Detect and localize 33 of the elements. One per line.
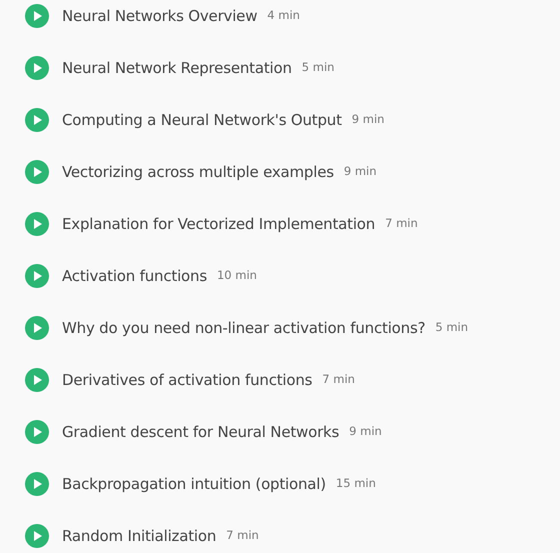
lecture-link[interactable]: Gradient descent for Neural Networks	[62, 420, 340, 444]
lecture-link[interactable]: Explanation for Vectorized Implementation	[62, 212, 376, 236]
play-icon[interactable]	[25, 160, 49, 184]
lecture-link[interactable]: Computing a Neural Network's Output	[62, 108, 342, 132]
lecture-link[interactable]: Backpropagation intuition (optional)	[62, 472, 326, 496]
lecture-link[interactable]: Derivatives of activation functions	[62, 368, 312, 392]
duration-label: 10 min	[216, 267, 257, 284]
play-icon[interactable]	[25, 420, 49, 444]
lecture-link[interactable]: Activation functions	[62, 264, 207, 288]
play-icon[interactable]	[25, 472, 49, 496]
play-icon[interactable]	[25, 212, 49, 236]
play-icon[interactable]	[25, 56, 49, 80]
duration-label: 4 min	[267, 7, 300, 24]
play-icon[interactable]	[25, 264, 49, 288]
lecture-link[interactable]: Random Initialization	[62, 524, 216, 548]
duration-label: 15 min	[336, 475, 376, 492]
play-icon[interactable]	[25, 316, 49, 340]
play-icon[interactable]	[25, 108, 49, 132]
duration-label: 7 min	[322, 371, 355, 388]
duration-label: 5 min	[302, 59, 334, 76]
lecture-link[interactable]: Neural Network Representation	[62, 56, 292, 80]
duration-label: 7 min	[385, 215, 418, 232]
lecture-link[interactable]: Why do you need non-linear activation functions?	[62, 316, 426, 340]
duration-label: 9 min	[352, 111, 384, 128]
play-icon[interactable]	[25, 4, 49, 28]
lecture-link[interactable]: Neural Networks Overview	[62, 4, 258, 28]
duration-label: 7 min	[226, 527, 259, 544]
duration-label: 5 min	[435, 319, 468, 336]
duration-label: 9 min	[349, 423, 382, 440]
play-icon[interactable]	[25, 524, 49, 548]
play-icon[interactable]	[25, 368, 49, 392]
duration-label: 9 min	[344, 163, 377, 180]
lecture-link[interactable]: Vectorizing across multiple examples	[62, 160, 334, 184]
